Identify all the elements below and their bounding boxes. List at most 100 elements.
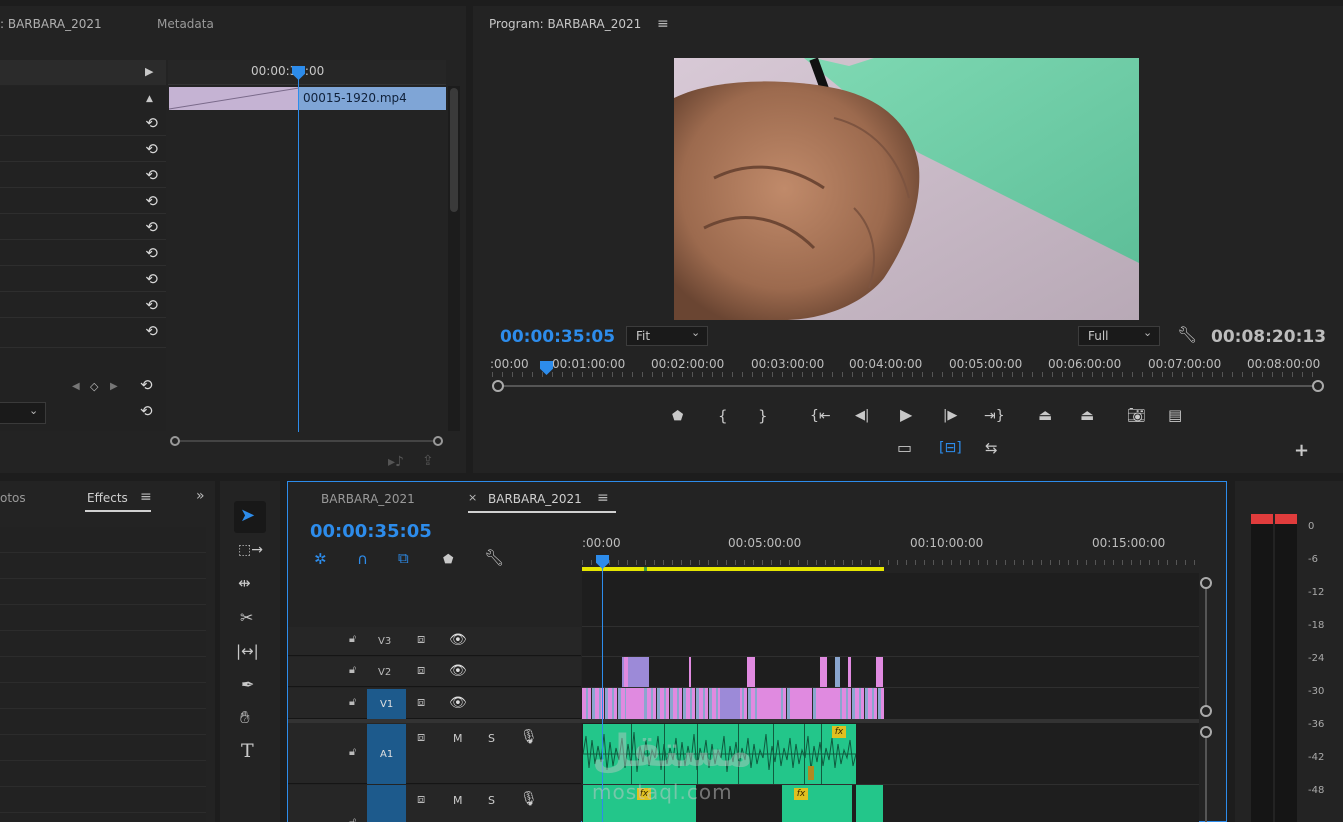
export-frame-camera-icon[interactable]: 📷︎: [1127, 407, 1146, 423]
tab-effects[interactable]: Effects: [87, 491, 128, 505]
clip-v2[interactable]: [820, 657, 827, 687]
play-icon[interactable]: ▶: [900, 407, 912, 423]
more-panels-chevron-icon[interactable]: »: [196, 488, 205, 504]
button-editor-plus-icon[interactable]: +: [1294, 442, 1309, 460]
track-select-tool-icon[interactable]: ⬚→: [238, 542, 263, 558]
previous-keyframe-icon[interactable]: ◀: [72, 379, 80, 395]
panel-menu-icon[interactable]: ≡: [657, 16, 669, 32]
track-header-v2[interactable]: 🔓︎ V2 ⧈ 👁︎: [288, 657, 581, 687]
track-header-a1[interactable]: 🔓︎ A1 ⧈ M S 🎙︎: [288, 723, 581, 784]
playback-resolution-dropdown[interactable]: Full ⌄: [1078, 326, 1160, 346]
ec-zoom-handle-left[interactable]: [170, 436, 180, 446]
track-header-v3[interactable]: 🔓︎ V3 ⧈ 👁︎: [288, 627, 581, 656]
clip-v1[interactable]: [758, 688, 778, 719]
clip-v2[interactable]: [747, 657, 755, 687]
reset-parameter-icon[interactable]: ⟲: [145, 244, 158, 262]
comparison-view-icon[interactable]: ▤: [1168, 407, 1182, 423]
type-tool-icon[interactable]: T: [241, 742, 254, 761]
toggle-track-output-eye-icon[interactable]: 👁︎: [449, 695, 467, 711]
mute-track-button[interactable]: M: [453, 794, 463, 807]
scroll-handle-bottom[interactable]: [1200, 705, 1212, 717]
fx-badge-icon[interactable]: fx: [794, 788, 808, 800]
export-frame-icon[interactable]: ⇪: [422, 453, 434, 469]
reset-parameter-icon[interactable]: ⟲: [145, 192, 158, 210]
blend-mode-dropdown[interactable]: ⌄: [0, 402, 46, 424]
ec-clip-bar[interactable]: 00015-1920.mp4: [299, 87, 446, 110]
timeline-tab-inactive[interactable]: BARBARA_2021: [321, 492, 415, 506]
ripple-edit-tool-icon[interactable]: ⇹: [238, 575, 251, 591]
clip-a2[interactable]: [856, 785, 883, 822]
program-current-timecode[interactable]: 00:00:35:05: [500, 327, 615, 347]
settings-wrench-icon[interactable]: 🔧︎: [1177, 327, 1197, 343]
mute-track-button[interactable]: M: [453, 732, 463, 745]
razor-tool-icon[interactable]: ✂: [240, 610, 253, 626]
peak-indicator-right[interactable]: [1275, 514, 1297, 524]
tab-photos[interactable]: otos: [0, 491, 26, 505]
effect-controls-tab[interactable]: : BARBARA_2021: [0, 17, 102, 31]
clip-v2[interactable]: [689, 657, 691, 687]
lock-icon[interactable]: 🔓︎: [349, 815, 356, 822]
program-zoom-scrollbar[interactable]: [490, 378, 1326, 394]
step-forward-icon[interactable]: |▶: [943, 408, 957, 424]
toggle-track-output-eye-icon[interactable]: 👁︎: [449, 632, 467, 648]
slip-tool-icon[interactable]: |↔|: [236, 643, 259, 659]
clip-v1[interactable]: [720, 688, 740, 719]
lock-icon[interactable]: 🔓︎: [349, 632, 356, 646]
reset-parameter-icon[interactable]: ⟲: [145, 140, 158, 158]
add-marker-icon[interactable]: ⬟: [443, 551, 453, 567]
add-keyframe-icon[interactable]: ◇: [90, 379, 98, 395]
toggle-sync-lock-icon[interactable]: ⧈: [417, 632, 425, 647]
fx-badge-icon[interactable]: fx: [832, 726, 846, 738]
zoom-level-dropdown[interactable]: Fit ⌄: [626, 326, 708, 346]
reset-parameter-icon[interactable]: ⟲: [145, 218, 158, 236]
program-zoom-handle-right[interactable]: [1312, 380, 1324, 392]
reset-parameter-icon[interactable]: ⟲: [145, 270, 158, 288]
reset-parameter-icon[interactable]: ⟲: [145, 114, 158, 132]
panel-menu-icon[interactable]: ≡: [597, 490, 609, 506]
snap-magnet-icon[interactable]: ∩: [357, 551, 368, 567]
go-to-in-icon[interactable]: {⇤: [810, 408, 831, 424]
nest-sequence-icon[interactable]: ✲: [314, 551, 327, 567]
play-only-audio-arrow-icon[interactable]: ▶: [145, 64, 153, 80]
work-area-bar[interactable]: [582, 567, 884, 571]
linked-selection-icon[interactable]: ⧉: [398, 550, 409, 566]
lift-icon[interactable]: ⏏: [1038, 407, 1052, 423]
video-preview[interactable]: [674, 58, 1139, 320]
scroll-handle-top[interactable]: [1200, 726, 1212, 738]
metadata-tab[interactable]: Metadata: [157, 17, 214, 31]
clip-v2[interactable]: [876, 657, 883, 687]
reset-parameter-icon[interactable]: ⟲: [145, 322, 158, 340]
scroll-handle-top[interactable]: [1200, 577, 1212, 589]
ec-zoom-handle-right[interactable]: [433, 436, 443, 446]
next-keyframe-icon[interactable]: ▶: [110, 379, 118, 395]
solo-track-button[interactable]: S: [488, 794, 495, 807]
mark-out-icon[interactable]: }: [758, 408, 768, 424]
toggle-sync-lock-icon[interactable]: ⧈: [417, 663, 425, 678]
clip-v1[interactable]: [792, 688, 812, 719]
toggle-sync-lock-icon[interactable]: ⧈: [417, 730, 425, 745]
clip-v2[interactable]: [835, 657, 840, 687]
voice-over-record-mic-icon[interactable]: 🎙︎: [520, 729, 538, 745]
audio-track-scrollbar[interactable]: [1199, 723, 1213, 822]
timeline-ruler[interactable]: :00:00 00:05:00:00 00:10:00:00 00:15:00:…: [582, 534, 1199, 570]
lock-icon[interactable]: 🔓︎: [349, 663, 356, 677]
toggle-sync-lock-icon[interactable]: ⧈: [417, 695, 425, 710]
toggle-proxies-icon[interactable]: ⇆: [985, 440, 998, 456]
lock-icon[interactable]: 🔓︎: [349, 745, 356, 759]
source-patch-a2[interactable]: [367, 785, 406, 822]
clip-v1[interactable]: [816, 688, 840, 719]
trim-view-icon[interactable]: [⊟]: [939, 440, 962, 456]
toggle-sync-lock-icon[interactable]: ⧈: [417, 792, 425, 807]
reset-parameter-icon[interactable]: ⟲: [145, 166, 158, 184]
timeline-settings-wrench-icon[interactable]: 🔧︎: [484, 550, 504, 566]
clip-v2[interactable]: [848, 657, 851, 687]
panel-menu-icon[interactable]: ≡: [140, 489, 152, 505]
clip-v2[interactable]: [624, 657, 628, 687]
ec-scroll-thumb[interactable]: [450, 88, 458, 212]
program-zoom-handle-left[interactable]: [492, 380, 504, 392]
extract-icon[interactable]: ⏏: [1080, 407, 1094, 423]
hand-tool-icon[interactable]: ✋︎: [240, 710, 250, 727]
ec-zoom-scrollbar[interactable]: [168, 433, 446, 449]
step-back-icon[interactable]: ◀|: [855, 408, 869, 424]
play-audio-icon[interactable]: ▸♪: [388, 454, 404, 470]
